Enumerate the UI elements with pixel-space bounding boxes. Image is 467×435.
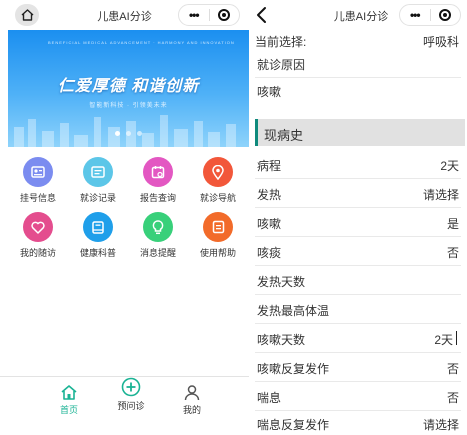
form-row-fever[interactable]: 发热 请选择 (255, 178, 461, 208)
nav-bar: 儿患AI分诊 ••• (255, 0, 467, 30)
target-icon (218, 9, 231, 21)
visit-reason-label-row: 就诊原因 (255, 48, 461, 78)
section-title: 现病史 (264, 128, 304, 143)
field-label: 喘息反复发作 (257, 418, 330, 432)
field-value[interactable]: 2天 (440, 157, 459, 174)
menu-item-health-education[interactable]: 健康科普 (68, 212, 128, 259)
field-label: 咳嗽反复发作 (257, 362, 330, 376)
form-row-duration[interactable]: 病程 2天 (255, 149, 461, 179)
tab-label: 预问诊 (117, 401, 145, 411)
tab-home[interactable]: 首页 (44, 384, 94, 416)
menu-item-label: 就诊导航 (199, 193, 236, 203)
visit-reason-value-row: 咳嗽 (255, 75, 461, 105)
field-value[interactable]: 是 (447, 215, 459, 232)
field-label: 咳痰 (257, 246, 282, 260)
section-header-present-illness: 现病史 (255, 119, 465, 146)
home-screen: 儿患AI分诊 ••• BENEFICIAL MEDICAL ADVANCEMEN… (0, 0, 249, 435)
field-label: 发热天数 (257, 275, 306, 289)
form-row-sputum[interactable]: 咳痰 否 (255, 236, 461, 266)
form-row-cough-recurrent[interactable]: 咳嗽反复发作 否 (255, 352, 461, 382)
mini-program-capsule: ••• (399, 4, 461, 26)
field-label: 发热 (257, 188, 282, 202)
id-card-icon (23, 157, 53, 187)
menu-item-follow-up[interactable]: 我的随访 (8, 212, 68, 259)
field-value[interactable]: 请选择 (423, 186, 459, 203)
banner-subtitle: 智能新科技 · 引领美未来 (89, 103, 168, 109)
bottom-tab-bar: 首页 预问诊 我的 (0, 376, 249, 435)
carousel-dot[interactable] (126, 131, 131, 136)
field-label: 喘息 (257, 391, 282, 405)
calendar-icon (143, 157, 173, 187)
home-icon (61, 385, 77, 400)
plus-circle-icon (121, 377, 141, 397)
book-icon (83, 212, 113, 242)
skyline-graphic (8, 112, 249, 147)
menu-item-report-query[interactable]: 报告查询 (128, 157, 188, 204)
form-row-fever-days[interactable]: 发热天数 (255, 265, 461, 295)
consultation-screen: 儿患AI分诊 ••• 当前选择: 呼吸科 就诊原因 咳嗽 现病史 病程 2天 发… (255, 0, 467, 435)
menu-item-label: 消息提醒 (139, 248, 176, 258)
tab-pre-consultation[interactable]: 预问诊 (106, 377, 156, 412)
menu-item-label: 使用帮助 (199, 248, 236, 258)
cough-days-input[interactable]: 2天 (434, 331, 453, 348)
banner-carousel[interactable]: BENEFICIAL MEDICAL ADVANCEMENT · HARMONY… (8, 30, 249, 147)
menu-item-help[interactable]: 使用帮助 (188, 212, 248, 259)
form-row-cough[interactable]: 咳嗽 是 (255, 207, 461, 237)
user-icon (184, 385, 200, 401)
tab-label: 我的 (182, 405, 201, 415)
carousel-dot[interactable] (137, 131, 142, 136)
carousel-dot[interactable] (115, 131, 120, 136)
banner-slogan: 仁爱厚德 和谐创新 (57, 78, 200, 95)
help-icon (203, 212, 233, 242)
lightbulb-icon (143, 212, 173, 242)
menu-item-label: 报告查询 (139, 193, 176, 203)
form-row-cough-days[interactable]: 咳嗽天数 2天 (255, 323, 461, 353)
carousel-indicator (115, 131, 142, 136)
field-value[interactable]: 否 (447, 244, 459, 261)
heart-icon (23, 212, 53, 242)
field-label: 发热最高体温 (257, 304, 330, 318)
menu-item-visit-records[interactable]: 就诊记录 (68, 157, 128, 204)
menu-item-registration[interactable]: 挂号信息 (8, 157, 68, 204)
menu-item-navigation[interactable]: 就诊导航 (188, 157, 248, 204)
location-icon (203, 157, 233, 187)
tab-label: 首页 (59, 405, 78, 415)
field-label: 咳嗽 (257, 217, 282, 231)
field-label: 咳嗽天数 (257, 333, 306, 347)
visit-reason-value: 咳嗽 (257, 85, 282, 99)
field-value[interactable]: 否 (447, 389, 459, 406)
visit-reason-label: 就诊原因 (257, 58, 306, 72)
more-icon[interactable]: ••• (400, 5, 430, 25)
nav-bar: 儿患AI分诊 ••• (0, 0, 249, 30)
close-program-button[interactable] (431, 9, 461, 21)
record-icon (83, 157, 113, 187)
menu-item-label: 健康科普 (79, 248, 116, 258)
tab-mine[interactable]: 我的 (167, 384, 217, 416)
field-label: 病程 (257, 159, 282, 173)
menu-item-label: 挂号信息 (19, 193, 56, 203)
mini-program-capsule: ••• (178, 4, 240, 26)
form-row-max-temperature[interactable]: 发热最高体温 (255, 294, 461, 324)
menu-item-notifications[interactable]: 消息提醒 (128, 212, 188, 259)
text-cursor (456, 331, 457, 345)
form-row-wheeze-recurrent[interactable]: 喘息反复发作 请选择 (255, 408, 461, 435)
menu-item-label: 就诊记录 (79, 193, 116, 203)
banner-ribbon: BENEFICIAL MEDICAL ADVANCEMENT · HARMONY… (48, 40, 235, 45)
target-icon (439, 9, 452, 21)
menu-item-label: 我的随访 (19, 248, 56, 258)
field-value[interactable]: 请选择 (423, 416, 459, 433)
close-program-button[interactable] (210, 9, 240, 21)
field-value[interactable]: 否 (447, 360, 459, 377)
form-row-wheeze[interactable]: 喘息 否 (255, 381, 461, 411)
more-icon[interactable]: ••• (179, 5, 209, 25)
